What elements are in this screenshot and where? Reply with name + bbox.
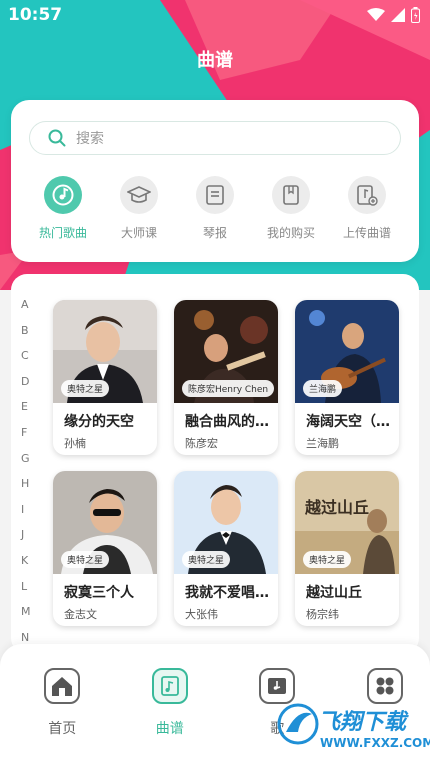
song-title: 缘分的天空 [64, 414, 134, 430]
upload-score-icon [357, 185, 378, 206]
song-tag: 奥特之星 [303, 551, 352, 568]
song-cover-image: 兰海鹏 [295, 300, 399, 403]
category-upload-score[interactable]: 上传曲谱 [332, 176, 402, 241]
alpha-letter[interactable]: H [21, 477, 31, 503]
grid-menu-icon [376, 677, 394, 695]
category-label: 热门歌曲 [38, 226, 87, 240]
song-title: 海阔天空（... [306, 414, 392, 430]
nav-score[interactable]: 曲谱 [125, 668, 216, 738]
watermark-emblem [277, 703, 319, 745]
battery-icon [411, 7, 420, 23]
song-cover-image: 奥特之星 [53, 300, 157, 403]
category-label: 大师课 [120, 226, 157, 240]
signal-icon [391, 8, 405, 22]
category-label: 我的购买 [266, 226, 315, 240]
song-tag: 兰海鹏 [303, 380, 343, 397]
graduation-cap-icon [127, 186, 151, 203]
song-artist: 陈彦宏 [185, 437, 218, 450]
status-icons [367, 7, 420, 23]
category-piano-news[interactable]: 琴报 [180, 176, 250, 241]
song-list-card: A B C D E F G H I J K L M N 奥特之星 缘分的天空 孙… [11, 274, 419, 654]
song-card[interactable]: 奥特之星 我就不爱唱... 大张伟 [174, 471, 278, 626]
song-cover-title: 越过山丘 [304, 498, 369, 517]
watermark-logo: 飞翔下载 WWW.FXXZ.COM [276, 702, 430, 758]
alpha-letter[interactable]: M [21, 605, 31, 631]
song-artist: 杨宗纬 [306, 608, 339, 621]
search-bar[interactable]: 搜索 [29, 121, 401, 155]
song-card[interactable]: 奥特之星 缘分的天空 孙楠 [53, 300, 157, 455]
alpha-letter[interactable]: A [21, 298, 31, 324]
alpha-letter[interactable]: E [21, 400, 31, 426]
alpha-letter[interactable]: I [21, 503, 31, 529]
song-title: 寂寞三个人 [64, 585, 134, 601]
category-label: 琴报 [202, 226, 227, 240]
search-category-card: 搜索 热门歌曲 大师课 琴报 我的购买 上传曲谱 [11, 100, 419, 262]
category-row: 热门歌曲 大师课 琴报 我的购买 上传曲谱 [11, 176, 419, 241]
song-title: 融合曲风的... [185, 414, 271, 430]
score-icon [160, 676, 179, 696]
watermark-text: 飞翔下载 [318, 710, 407, 735]
song-card[interactable]: 陈彦宏Henry Chen 融合曲风的... 陈彦宏 [174, 300, 278, 455]
song-artist: 孙楠 [64, 437, 86, 450]
music-disc-icon [52, 184, 74, 206]
wifi-icon [367, 8, 385, 21]
song-tag: 陈彦宏Henry Chen [182, 380, 275, 397]
home-icon [52, 677, 73, 696]
song-title: 越过山丘 [306, 585, 362, 601]
song-card[interactable]: 奥特之星 寂寞三个人 金志文 [53, 471, 157, 626]
alpha-letter[interactable]: B [21, 324, 31, 350]
status-time: 10:57 [8, 5, 63, 25]
song-tag: 奥特之星 [61, 551, 110, 568]
song-tag: 奥特之星 [182, 551, 231, 568]
song-cover-image: 奥特之星 [53, 471, 157, 574]
newspaper-icon [206, 185, 224, 205]
alpha-letter[interactable]: D [21, 375, 31, 401]
nav-home[interactable]: 首页 [17, 668, 108, 738]
song-tag: 奥特之星 [61, 380, 110, 397]
song-cover-image: 陈彦宏Henry Chen [174, 300, 278, 403]
song-artist: 金志文 [64, 608, 97, 621]
alpha-letter[interactable]: C [21, 349, 31, 375]
alpha-letter[interactable]: F [21, 426, 31, 452]
page-title: 曲谱 [197, 50, 233, 71]
watermark-url: WWW.FXXZ.COM [320, 736, 430, 750]
book-icon [283, 185, 299, 205]
category-label: 上传曲谱 [342, 226, 391, 240]
alpha-letter[interactable]: L [21, 580, 31, 606]
song-card[interactable]: 兰海鹏 海阔天空（... 兰海鹏 [295, 300, 399, 455]
alpha-letter[interactable]: G [21, 452, 31, 478]
song-cover-image: 越过山丘 奥特之星 [295, 471, 399, 574]
status-bar: 10:57 [0, 0, 430, 30]
category-my-purchases[interactable]: 我的购买 [256, 176, 326, 241]
alpha-letter[interactable]: K [21, 554, 31, 580]
song-artist: 兰海鹏 [306, 437, 339, 450]
song-cover-image: 奥特之星 [174, 471, 278, 574]
song-grid: 奥特之星 缘分的天空 孙楠 陈彦宏Henry Chen 融合曲风的... 陈彦宏… [53, 300, 403, 626]
piano-icon [268, 678, 287, 694]
search-icon [48, 129, 66, 147]
nav-label: 曲谱 [155, 721, 184, 737]
alpha-letter[interactable]: J [21, 528, 31, 554]
song-title: 我就不爱唱... [185, 585, 271, 601]
category-hot-songs[interactable]: 热门歌曲 [28, 176, 98, 241]
search-placeholder: 搜索 [76, 131, 104, 147]
nav-label: 首页 [48, 721, 77, 737]
song-artist: 大张伟 [185, 608, 218, 621]
category-master-class[interactable]: 大师课 [104, 176, 174, 241]
song-card[interactable]: 越过山丘 奥特之星 越过山丘 杨宗纬 [295, 471, 399, 626]
alphabet-index[interactable]: A B C D E F G H I J K L M N [21, 298, 31, 654]
